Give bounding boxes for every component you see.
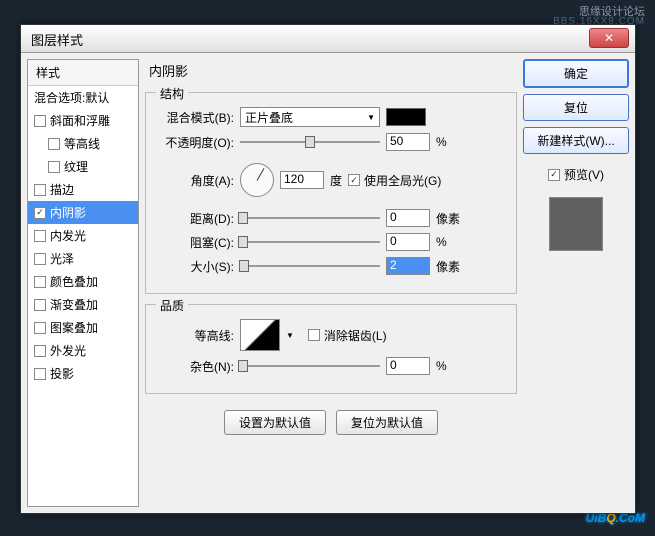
cancel-button[interactable]: 复位 [523, 94, 629, 121]
distance-label: 距离(D): [156, 210, 234, 227]
antialias-checkbox[interactable]: 消除锯齿(L) [308, 327, 387, 344]
noise-input[interactable]: 0 [386, 357, 430, 375]
distance-input[interactable]: 0 [386, 209, 430, 227]
styles-list-panel: 样式 混合选项:默认 斜面和浮雕等高线纹理描边内阴影内发光光泽颜色叠加渐变叠加图… [27, 59, 139, 507]
ok-button[interactable]: 确定 [523, 59, 629, 88]
style-item-label: 渐变叠加 [50, 296, 98, 313]
choke-slider[interactable] [240, 241, 380, 243]
blend-options-item[interactable]: 混合选项:默认 [28, 86, 138, 109]
contour-picker[interactable] [240, 319, 280, 351]
quality-fieldset: 品质 等高线: ▼ 消除锯齿(L) 杂色(N): 0 % [145, 304, 517, 394]
checkbox-icon [548, 169, 560, 181]
checkbox-icon[interactable] [34, 184, 46, 196]
reset-default-button[interactable]: 复位为默认值 [336, 410, 438, 435]
style-item-label: 斜面和浮雕 [50, 112, 110, 129]
angle-label: 角度(A): [156, 172, 234, 189]
opacity-input[interactable]: 50 [386, 133, 430, 151]
choke-input[interactable]: 0 [386, 233, 430, 251]
choke-label: 阻塞(C): [156, 234, 234, 251]
opacity-slider[interactable] [240, 141, 380, 143]
noise-slider[interactable] [240, 365, 380, 367]
style-item-label: 纹理 [64, 158, 88, 175]
size-unit: 像素 [436, 258, 464, 275]
blend-mode-label: 混合模式(B): [156, 109, 234, 126]
size-input[interactable]: 2 [386, 257, 430, 275]
preview-checkbox[interactable]: 预览(V) [523, 166, 629, 183]
checkbox-icon [308, 329, 320, 341]
style-item-label: 投影 [50, 365, 74, 382]
size-label: 大小(S): [156, 258, 234, 275]
angle-input[interactable]: 120 [280, 171, 324, 189]
chevron-down-icon: ▼ [286, 331, 294, 340]
style-item-label: 图案叠加 [50, 319, 98, 336]
style-item-label: 颜色叠加 [50, 273, 98, 290]
chevron-down-icon: ▼ [367, 113, 375, 122]
layer-style-dialog: 图层样式 ✕ 样式 混合选项:默认 斜面和浮雕等高线纹理描边内阴影内发光光泽颜色… [20, 24, 636, 514]
style-item-label: 描边 [50, 181, 74, 198]
checkbox-icon[interactable] [34, 115, 46, 127]
preview-swatch [549, 197, 603, 251]
distance-unit: 像素 [436, 210, 464, 227]
structure-legend: 结构 [156, 85, 188, 102]
opacity-label: 不透明度(O): [156, 134, 234, 151]
shadow-color-swatch[interactable] [386, 108, 426, 126]
close-button[interactable]: ✕ [589, 28, 629, 48]
contour-label: 等高线: [156, 327, 234, 344]
checkbox-icon[interactable] [34, 207, 46, 219]
checkbox-icon [348, 174, 360, 186]
section-title: 内阴影 [145, 59, 517, 82]
style-item[interactable]: 外发光 [28, 339, 138, 362]
style-item[interactable]: 斜面和浮雕 [28, 109, 138, 132]
style-item[interactable]: 纹理 [28, 155, 138, 178]
checkbox-icon[interactable] [48, 138, 60, 150]
angle-unit: 度 [330, 172, 342, 189]
checkbox-icon[interactable] [34, 230, 46, 242]
noise-unit: % [436, 359, 464, 373]
settings-panel: 内阴影 结构 混合模式(B): 正片叠底 ▼ 不透明度(O): 50 % [145, 59, 517, 507]
checkbox-icon[interactable] [34, 345, 46, 357]
blend-mode-select[interactable]: 正片叠底 ▼ [240, 107, 380, 127]
checkbox-icon[interactable] [48, 161, 60, 173]
style-item[interactable]: 光泽 [28, 247, 138, 270]
style-item[interactable]: 图案叠加 [28, 316, 138, 339]
checkbox-icon[interactable] [34, 253, 46, 265]
style-item-label: 内发光 [50, 227, 86, 244]
styles-header: 样式 [28, 60, 138, 86]
new-style-button[interactable]: 新建样式(W)... [523, 127, 629, 154]
style-item-label: 外发光 [50, 342, 86, 359]
quality-legend: 品质 [156, 297, 188, 314]
style-item[interactable]: 投影 [28, 362, 138, 385]
checkbox-icon[interactable] [34, 368, 46, 380]
style-item[interactable]: 内发光 [28, 224, 138, 247]
angle-dial[interactable] [240, 163, 274, 197]
size-slider[interactable] [240, 265, 380, 267]
style-item[interactable]: 内阴影 [28, 201, 138, 224]
distance-slider[interactable] [240, 217, 380, 219]
dialog-title: 图层样式 [31, 33, 83, 48]
structure-fieldset: 结构 混合模式(B): 正片叠底 ▼ 不透明度(O): 50 % 角 [145, 92, 517, 294]
titlebar[interactable]: 图层样式 ✕ [21, 25, 635, 53]
noise-label: 杂色(N): [156, 358, 234, 375]
style-item-label: 内阴影 [50, 204, 86, 221]
style-item[interactable]: 等高线 [28, 132, 138, 155]
style-item[interactable]: 渐变叠加 [28, 293, 138, 316]
checkbox-icon[interactable] [34, 276, 46, 288]
opacity-unit: % [436, 135, 464, 149]
choke-unit: % [436, 235, 464, 249]
style-item[interactable]: 描边 [28, 178, 138, 201]
global-light-checkbox[interactable]: 使用全局光(G) [348, 172, 441, 189]
style-item-label: 光泽 [50, 250, 74, 267]
style-item-label: 等高线 [64, 135, 100, 152]
checkbox-icon[interactable] [34, 299, 46, 311]
action-panel: 确定 复位 新建样式(W)... 预览(V) [523, 59, 629, 507]
style-item[interactable]: 颜色叠加 [28, 270, 138, 293]
checkbox-icon[interactable] [34, 322, 46, 334]
make-default-button[interactable]: 设置为默认值 [224, 410, 326, 435]
